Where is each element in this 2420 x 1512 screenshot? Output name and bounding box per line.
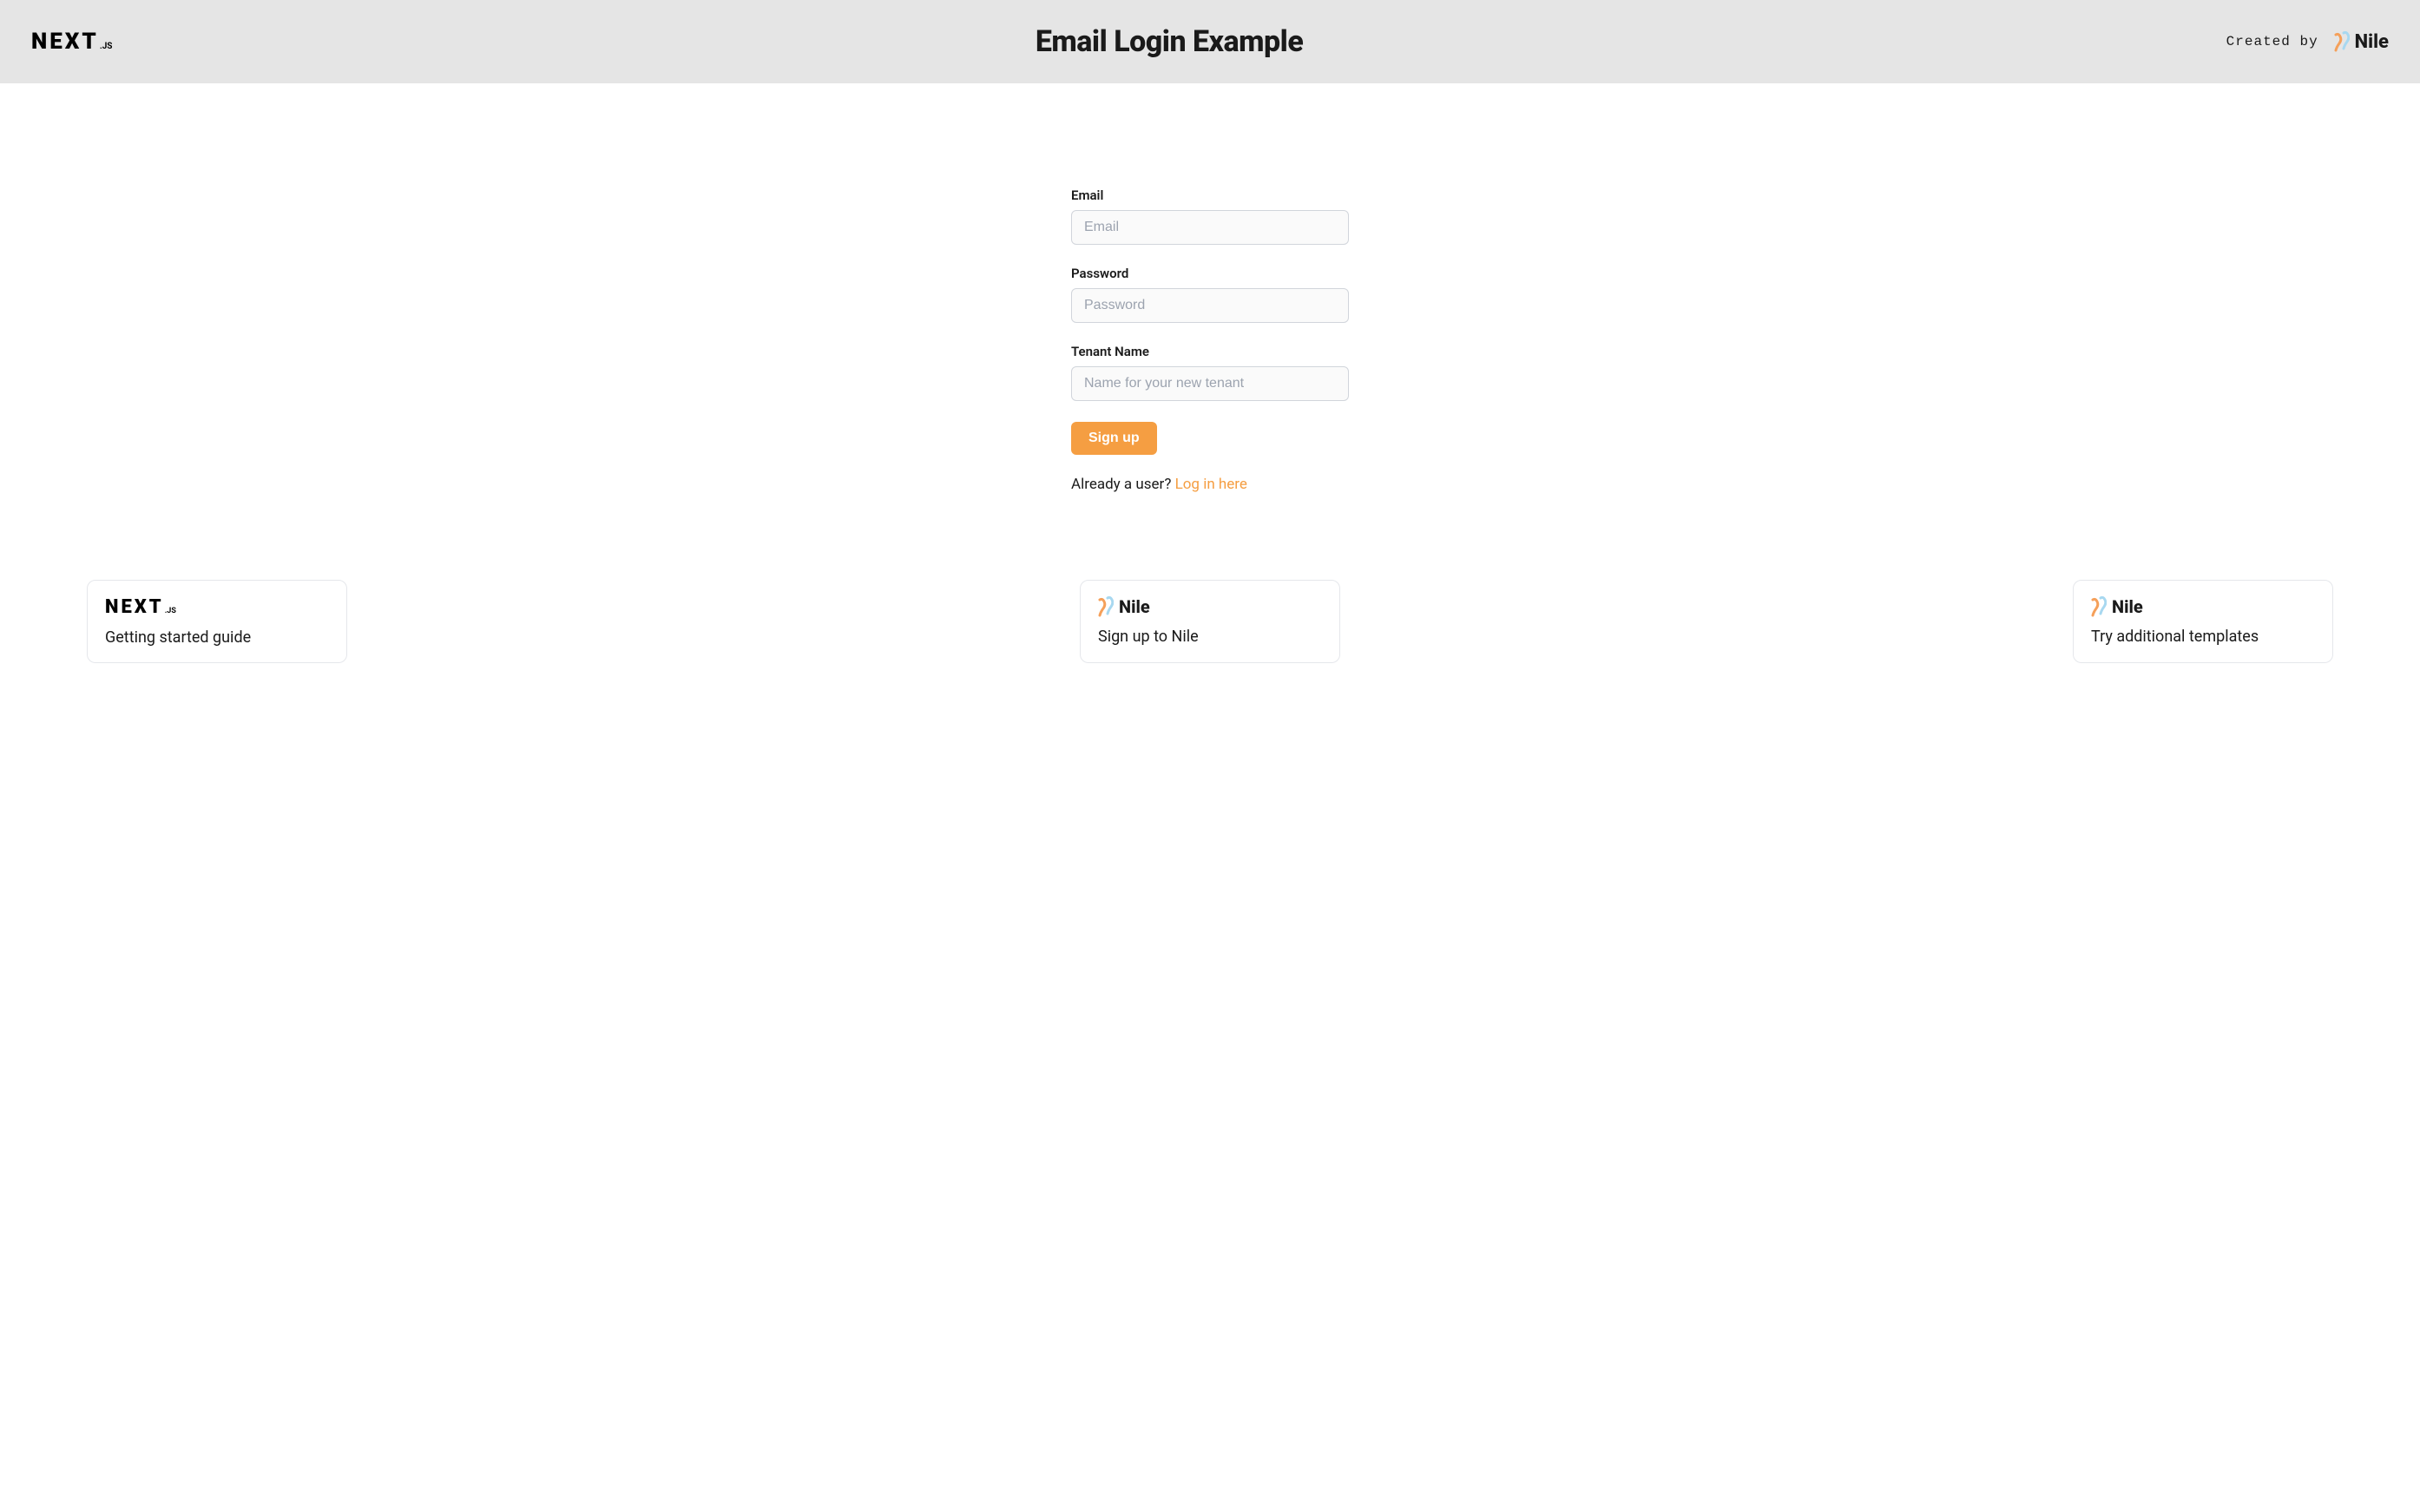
- password-input[interactable]: [1071, 288, 1349, 323]
- signup-button[interactable]: Sign up: [1071, 422, 1157, 455]
- nile-icon: [1098, 596, 1114, 617]
- created-by-text: Created by: [2226, 34, 2318, 49]
- nile-logo: Nile: [2091, 596, 2143, 617]
- tenant-label: Tenant Name: [1071, 344, 1349, 359]
- password-label: Password: [1071, 266, 1349, 281]
- card-label: Try additional templates: [2091, 628, 2315, 646]
- nile-logo: Nile: [2334, 31, 2389, 53]
- password-field-group: Password: [1071, 266, 1349, 323]
- nile-logo-text: Nile: [1119, 596, 1150, 617]
- card-templates[interactable]: Nile Try additional templates: [2073, 580, 2333, 663]
- tenant-input[interactable]: [1071, 366, 1349, 401]
- nextjs-logo: NEXT.JS: [105, 596, 176, 618]
- login-link[interactable]: Log in here: [1175, 476, 1247, 493]
- nextjs-logo-suffix: .JS: [100, 42, 113, 51]
- card-label: Sign up to Nile: [1098, 628, 1322, 646]
- card-signup-nile[interactable]: Nile Sign up to Nile: [1080, 580, 1340, 663]
- card-logo-row: Nile: [2091, 596, 2315, 617]
- nextjs-logo-main: NEXT: [31, 29, 99, 55]
- signup-form: Email Password Tenant Name Sign up Alrea…: [1071, 187, 1349, 493]
- already-user-text: Already a user?: [1071, 476, 1175, 493]
- tenant-field-group: Tenant Name: [1071, 344, 1349, 401]
- main: Email Password Tenant Name Sign up Alrea…: [0, 83, 2420, 545]
- nile-logo-text: Nile: [2355, 31, 2389, 53]
- card-getting-started[interactable]: NEXT.JS Getting started guide: [87, 580, 347, 663]
- nile-logo-text: Nile: [2112, 596, 2143, 617]
- card-logo-row: NEXT.JS: [105, 596, 329, 618]
- card-label: Getting started guide: [105, 628, 329, 647]
- created-by: Created by Nile: [2226, 31, 2389, 53]
- email-input[interactable]: [1071, 210, 1349, 245]
- email-label: Email: [1071, 187, 1349, 203]
- nile-icon: [2091, 596, 2107, 617]
- header: NEXT.JS Email Login Example Created by N…: [0, 0, 2420, 83]
- cards-section: NEXT.JS Getting started guide Nile Sign …: [0, 545, 2420, 715]
- nile-icon: [2334, 31, 2350, 52]
- card-logo-row: Nile: [1098, 596, 1322, 617]
- nile-logo: Nile: [1098, 596, 1150, 617]
- page-title: Email Login Example: [1036, 24, 1304, 59]
- nextjs-logo-suffix: .JS: [165, 607, 176, 615]
- login-line: Already a user? Log in here: [1071, 476, 1349, 493]
- nextjs-logo: NEXT.JS: [31, 29, 112, 55]
- email-field-group: Email: [1071, 187, 1349, 245]
- nextjs-logo-main: NEXT: [105, 596, 164, 618]
